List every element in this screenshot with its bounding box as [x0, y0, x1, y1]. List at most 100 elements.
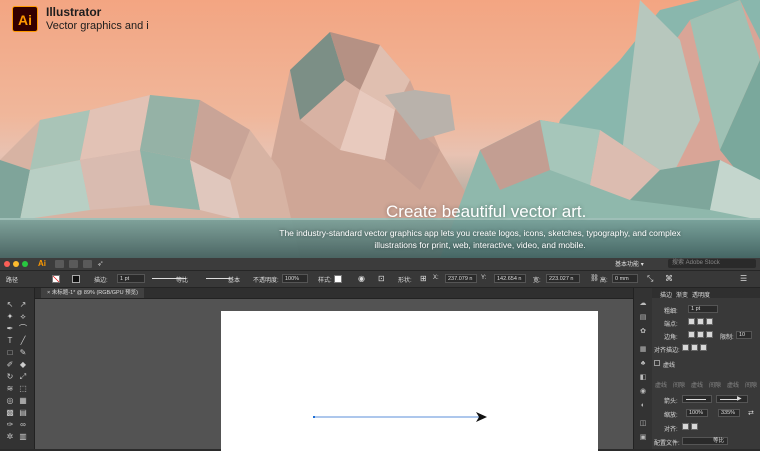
- stroke-panel-tabs: 描边 渐变 透明度: [652, 288, 760, 299]
- dashed-line-checkbox[interactable]: [654, 360, 660, 366]
- perspective-grid-tool-icon[interactable]: ▦: [18, 396, 28, 405]
- eraser-tool-icon[interactable]: ◆: [18, 360, 28, 369]
- gradient-tool-icon[interactable]: ▤: [18, 408, 28, 417]
- appearance-icon[interactable]: ◉: [639, 388, 647, 395]
- lasso-tool-icon[interactable]: ⟡: [18, 312, 28, 321]
- align-icon[interactable]: ⊡: [378, 274, 385, 283]
- height-field[interactable]: 0 mm: [612, 274, 638, 283]
- zoom-window-icon[interactable]: [22, 261, 28, 267]
- style-label: 样式:: [318, 278, 332, 284]
- width-tool-icon[interactable]: ≋: [5, 384, 15, 393]
- stroke-profile-dropdown[interactable]: 等比: [176, 275, 188, 284]
- magic-wand-tool-icon[interactable]: ✦: [5, 312, 15, 321]
- canvas-area[interactable]: [35, 299, 633, 451]
- tab-transparency[interactable]: 透明度: [692, 290, 710, 299]
- selection-tool-icon[interactable]: ↖: [5, 300, 15, 309]
- minimize-window-icon[interactable]: [13, 261, 19, 267]
- brush-dropdown[interactable]: 基本: [228, 275, 240, 284]
- stroke-swatch[interactable]: [72, 275, 80, 283]
- end-arrowhead-dropdown[interactable]: ▶: [716, 395, 748, 403]
- stock-icon[interactable]: [69, 260, 78, 268]
- fill-swatch[interactable]: [52, 275, 60, 283]
- isolate-icon[interactable]: ⌘: [665, 274, 673, 283]
- rotate-tool-icon[interactable]: ↻: [5, 372, 15, 381]
- tab-stroke[interactable]: 描边: [660, 290, 672, 299]
- color-icon[interactable]: ◐: [639, 402, 647, 409]
- document-tab[interactable]: × 未标题-1* @ 89% (RGB/GPU 预览): [41, 288, 145, 298]
- stroke-weight-field[interactable]: 1 pt: [117, 274, 145, 283]
- butt-cap-button[interactable]: [688, 318, 695, 325]
- recolor-icon[interactable]: ◉: [358, 274, 365, 283]
- projecting-cap-button[interactable]: [706, 318, 713, 325]
- libraries-icon[interactable]: ☁: [639, 300, 647, 307]
- graphic-style-swatch[interactable]: [334, 275, 342, 283]
- stroke-panel: 描边 渐变 透明度 粗细: 1 pt 端点: 边角: 限制: 10 对齐描边: …: [652, 288, 760, 449]
- arrow-tip-at-end-button[interactable]: [691, 423, 698, 430]
- close-window-icon[interactable]: [4, 261, 10, 267]
- column-graph-tool-icon[interactable]: ▥: [18, 432, 28, 441]
- brush-preview: [206, 278, 230, 279]
- y-label: Y:: [481, 275, 487, 281]
- x-field[interactable]: 237.079 n: [445, 274, 477, 283]
- align-arrow-label: 对齐:: [664, 427, 678, 433]
- align-inside-button[interactable]: [691, 344, 698, 351]
- width-field[interactable]: 223.027 n: [546, 274, 580, 283]
- pen-tool-icon[interactable]: ✒: [5, 324, 15, 333]
- align-outside-button[interactable]: [700, 344, 707, 351]
- blend-tool-icon[interactable]: ∞: [18, 420, 28, 429]
- bevel-join-button[interactable]: [706, 331, 713, 338]
- shaper-tool-icon[interactable]: ✐: [5, 360, 15, 369]
- selected-arrow-path[interactable]: [221, 311, 598, 451]
- curvature-tool-icon[interactable]: ⌒: [18, 324, 28, 333]
- free-transform-tool-icon[interactable]: ⬚: [18, 384, 28, 393]
- weight-field[interactable]: 1 pt: [688, 305, 718, 313]
- gpu-performance-icon[interactable]: ➶: [97, 259, 104, 268]
- shape-builder-tool-icon[interactable]: ◎: [5, 396, 15, 405]
- symbol-sprayer-tool-icon[interactable]: ✲: [5, 432, 15, 441]
- miter-join-button[interactable]: [688, 331, 695, 338]
- type-tool-icon[interactable]: T: [5, 336, 15, 345]
- align-center-button[interactable]: [682, 344, 689, 351]
- direct-selection-tool-icon[interactable]: ↗: [18, 300, 28, 309]
- transform-icon[interactable]: ⤡: [647, 274, 653, 284]
- width-label: 宽:: [533, 278, 541, 284]
- constrain-proportions-icon[interactable]: ⛓: [590, 274, 599, 282]
- y-field[interactable]: 142.654 n: [494, 274, 526, 283]
- properties-icon[interactable]: ▤: [639, 314, 647, 321]
- brushes-icon[interactable]: ✿: [639, 328, 647, 335]
- close-tab-icon[interactable]: ×: [47, 290, 50, 296]
- round-join-button[interactable]: [697, 331, 704, 338]
- swap-arrow-scale-icon[interactable]: ⇄: [748, 409, 754, 417]
- opacity-field[interactable]: 100%: [282, 274, 308, 283]
- scale-tool-icon[interactable]: ⤢: [18, 372, 28, 381]
- round-cap-button[interactable]: [697, 318, 704, 325]
- workspace-switcher[interactable]: 基本功能 ▾: [615, 259, 644, 268]
- workspace-label: 基本功能: [615, 262, 640, 268]
- swatches-icon[interactable]: ▦: [639, 346, 647, 353]
- transform-reference-icon[interactable]: ⊞: [420, 274, 427, 283]
- arrow-tip-beyond-button[interactable]: [682, 423, 689, 430]
- stock-search-input[interactable]: 搜索 Adobe Stock: [668, 259, 756, 268]
- selection-type-label: 路径: [6, 278, 19, 284]
- artboards-icon[interactable]: ▣: [639, 434, 647, 441]
- profile-dropdown[interactable]: 等比: [682, 437, 728, 445]
- rectangle-tool-icon[interactable]: □: [5, 348, 15, 357]
- end-scale-field[interactable]: 335%: [718, 409, 740, 417]
- symbols-icon[interactable]: ♣: [639, 360, 647, 367]
- limit-field[interactable]: 10: [736, 331, 752, 339]
- arrange-docs-icon[interactable]: [83, 260, 92, 268]
- artboard[interactable]: [221, 311, 598, 451]
- line-tool-icon[interactable]: ╱: [18, 336, 28, 345]
- start-arrowhead-dropdown[interactable]: [682, 395, 712, 403]
- tools-panel: ↖ ↗ ✦ ⟡ ✒ ⌒ T ╱ □ ✎ ✐ ◆ ↻ ⤢ ≋ ⬚ ◎ ▦ ▩ ▤ …: [0, 288, 35, 449]
- eyedropper-tool-icon[interactable]: ✑: [5, 420, 15, 429]
- start-scale-field[interactable]: 100%: [686, 409, 708, 417]
- tab-gradient[interactable]: 渐变: [676, 290, 688, 299]
- bridge-icon[interactable]: [55, 260, 64, 268]
- layers-icon[interactable]: ◫: [639, 420, 647, 427]
- graphic-styles-icon[interactable]: ◧: [639, 374, 647, 381]
- dash-2-label: 虚线: [691, 383, 704, 389]
- paintbrush-tool-icon[interactable]: ✎: [18, 348, 28, 357]
- panel-menu-icon[interactable]: ☰: [740, 274, 747, 283]
- mesh-tool-icon[interactable]: ▩: [5, 408, 15, 417]
